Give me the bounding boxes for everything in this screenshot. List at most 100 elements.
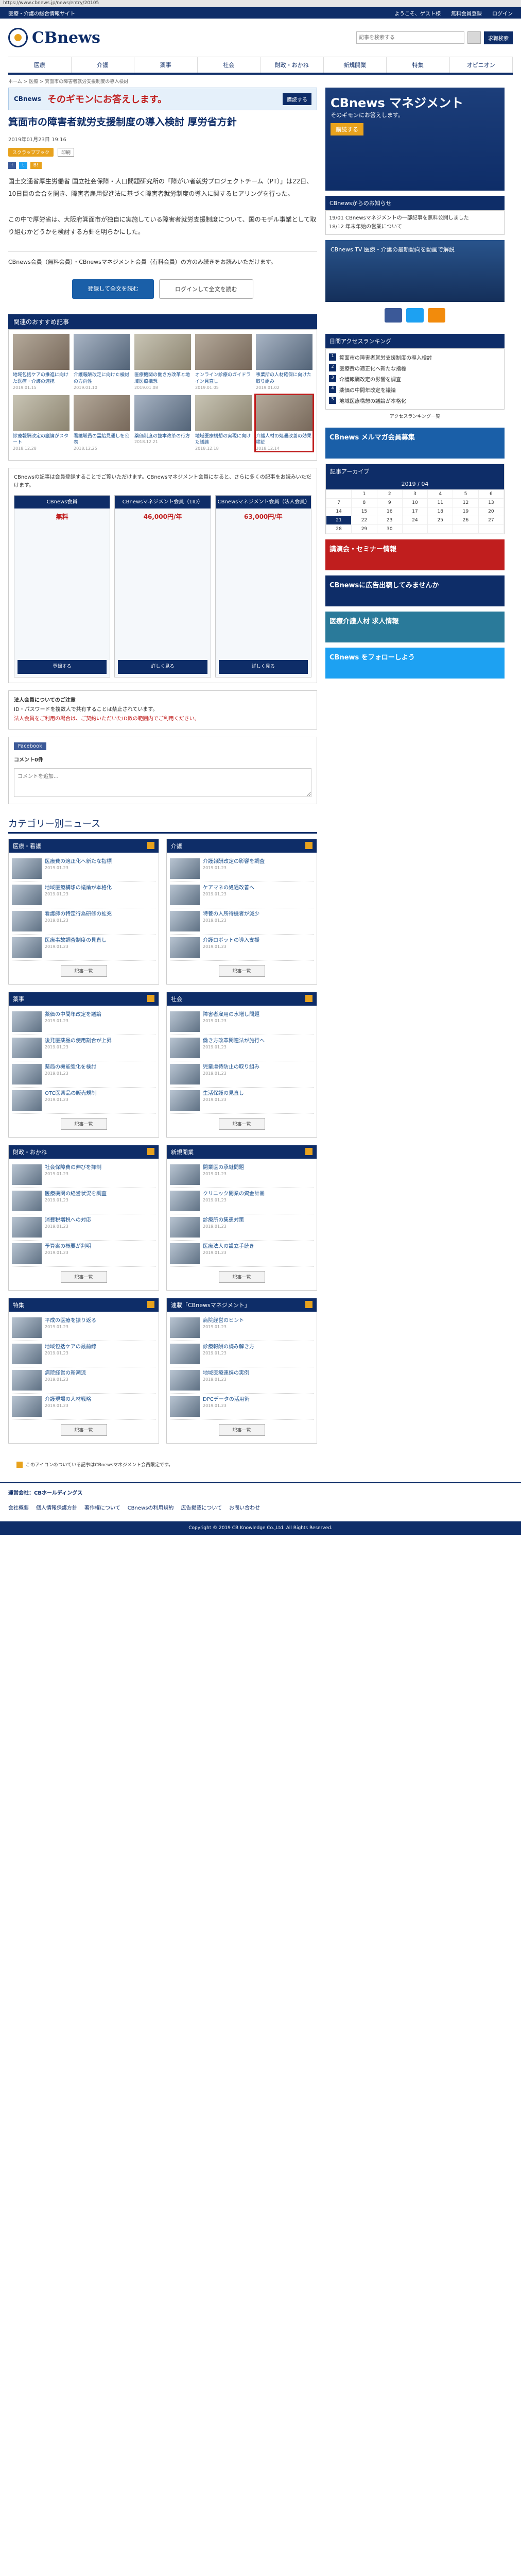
calendar-day[interactable]: 30 (376, 524, 403, 534)
more-button[interactable]: 記事一覧 (60, 1271, 107, 1283)
search-input[interactable] (356, 31, 464, 44)
category-item[interactable]: 地域医療連携の実例 2019.01.23 (170, 1367, 314, 1394)
recommend-item[interactable]: 診療報酬改定の議論がスタート 2018.12.28 (13, 395, 70, 451)
category-item[interactable]: 看護師の特定行為研修の拡充 2019.01.23 (12, 908, 155, 935)
more-button[interactable]: 記事一覧 (218, 1118, 265, 1130)
promo-banner[interactable]: CBnews そのギモンにお答えします。 購読する (8, 88, 317, 110)
register-read-button[interactable]: 登録して全文を読む (72, 279, 154, 299)
nav-item[interactable]: 介護 (72, 57, 134, 73)
side-ad-management[interactable]: CBnews マネジメント そのギモンにお答えします。 購読する (325, 88, 505, 191)
rss-icon[interactable] (147, 1301, 154, 1309)
ranking-item[interactable]: 3 介護報酬改定の影響を調査 (329, 374, 501, 384)
rss-icon[interactable] (147, 1148, 154, 1156)
category-item[interactable]: 病院経営のヒント 2019.01.23 (170, 1315, 314, 1342)
calendar-day[interactable]: 8 (351, 498, 377, 507)
calendar-day[interactable]: 14 (325, 507, 352, 516)
nav-item[interactable]: オピニオン (450, 57, 513, 73)
more-button[interactable]: 記事一覧 (218, 1424, 265, 1436)
comment-input[interactable] (14, 768, 311, 798)
calendar-day[interactable]: 13 (478, 498, 505, 507)
side-ad-seminar[interactable]: 講演会・セミナー情報 (325, 539, 505, 570)
more-button[interactable]: 記事一覧 (60, 965, 107, 977)
rss-icon[interactable] (305, 842, 312, 850)
category-item[interactable]: 消費税増税への対応 2019.01.23 (12, 1214, 155, 1241)
rss-icon[interactable] (147, 842, 154, 850)
notice-item[interactable]: 19/01 CBnewsマネジメントの一部記事を無料公開しました (329, 214, 501, 223)
facebook-icon[interactable] (385, 308, 402, 323)
facebook-share-icon[interactable]: f (8, 161, 16, 169)
calendar-day[interactable]: 25 (427, 516, 454, 525)
ranking-item[interactable]: 4 薬価の中間年改定を議論 (329, 384, 501, 395)
category-item[interactable]: クリニック開業の資金計画 2019.01.23 (170, 1188, 314, 1215)
more-button[interactable]: 記事一覧 (218, 1271, 265, 1283)
category-item[interactable]: 医療費の適正化へ新たな指標 2019.01.23 (12, 856, 155, 883)
nav-item[interactable]: 社会 (198, 57, 260, 73)
recommend-item[interactable]: オンライン診療のガイドライン見直し 2019.01.05 (195, 334, 252, 390)
category-item[interactable]: 生活保護の見直し 2019.01.23 (170, 1088, 314, 1114)
plan-button[interactable]: 詳しく見る (218, 660, 308, 674)
nav-item[interactable]: 薬事 (134, 57, 198, 73)
category-item[interactable]: 医療事故調査制度の見直し 2019.01.23 (12, 935, 155, 961)
calendar-day[interactable]: 16 (376, 507, 403, 516)
more-button[interactable]: 記事一覧 (218, 965, 265, 977)
calendar-day[interactable]: 15 (351, 507, 377, 516)
category-item[interactable]: OTC医薬品の販売規制 2019.01.23 (12, 1088, 155, 1114)
category-item[interactable]: 障害者雇用の水増し問題 2019.01.23 (170, 1009, 314, 1036)
jobs-button[interactable]: 求職検索 (484, 31, 513, 44)
category-item[interactable]: 社会保障費の伸びを抑制 2019.01.23 (12, 1162, 155, 1189)
recommend-item[interactable]: 看護職員の需給見通しを公表 2018.12.25 (74, 395, 130, 451)
footer-link[interactable]: 個人情報保護方針 (36, 1503, 77, 1511)
footer-link[interactable]: CBnewsの利用規約 (128, 1503, 174, 1511)
calendar-day[interactable]: 3 (402, 489, 428, 499)
recommend-item[interactable]: 地域医療構想の実現に向けた議論 2018.12.18 (195, 395, 252, 451)
calendar-day[interactable]: 6 (478, 489, 505, 499)
footer-link[interactable]: 会社概要 (8, 1503, 29, 1511)
footer-link[interactable]: お問い合わせ (229, 1503, 260, 1511)
calendar-day[interactable]: 12 (453, 498, 479, 507)
category-item[interactable]: DPCデータの活用術 2019.01.23 (170, 1394, 314, 1420)
plan-button[interactable]: 登録する (18, 660, 107, 674)
nav-item[interactable]: 財政・おかね (260, 57, 324, 73)
category-item[interactable]: 特養の入所待機者が減少 2019.01.23 (170, 908, 314, 935)
bookmark-share-icon[interactable]: B! (30, 161, 42, 169)
calendar-day[interactable]: 21 (325, 516, 352, 525)
login-read-button[interactable]: ログインして全文を読む (159, 279, 253, 299)
category-item[interactable]: 介護ロボットの導入支援 2019.01.23 (170, 935, 314, 961)
category-item[interactable]: 地域医療構想の議論が本格化 2019.01.23 (12, 882, 155, 909)
twitter-share-icon[interactable]: t (19, 161, 27, 169)
nav-item[interactable]: 新規開業 (324, 57, 387, 73)
ranking-item[interactable]: 1 箕面市の障害者就労支援制度の導入検討 (329, 352, 501, 363)
calendar-day[interactable]: 17 (402, 507, 428, 516)
twitter-icon[interactable] (406, 308, 424, 323)
category-item[interactable]: 薬局の機能強化を検討 2019.01.23 (12, 1061, 155, 1088)
category-item[interactable]: 予算案の概要が判明 2019.01.23 (12, 1241, 155, 1267)
print-button[interactable]: 印刷 (58, 147, 75, 157)
nav-item[interactable]: 医療 (8, 57, 72, 73)
category-item[interactable]: 介護報酬改定の影響を調査 2019.01.23 (170, 856, 314, 883)
site-logo[interactable]: CBnews (8, 28, 100, 47)
calendar-day[interactable]: 4 (427, 489, 454, 499)
rss-icon[interactable] (428, 308, 445, 323)
login-link[interactable]: ログイン (492, 9, 513, 17)
ranking-more[interactable]: アクセスランキング一覧 (325, 410, 505, 422)
recommend-item[interactable]: 医療機関の働き方改革と地域医療構想 2019.01.08 (134, 334, 191, 390)
ranking-item[interactable]: 5 地域医療構想の議論が本格化 (329, 395, 501, 406)
calendar-day[interactable]: 27 (478, 516, 505, 525)
category-item[interactable]: 開業医の承継問題 2019.01.23 (170, 1162, 314, 1189)
calendar-day[interactable]: 2 (376, 489, 403, 499)
category-item[interactable]: 医療機関の経営状況を調査 2019.01.23 (12, 1188, 155, 1215)
category-item[interactable]: 医療法人の設立手続き 2019.01.23 (170, 1241, 314, 1267)
calendar-day[interactable]: 28 (325, 524, 352, 534)
more-button[interactable]: 記事一覧 (60, 1424, 107, 1436)
category-item[interactable]: 平成の医療を振り返る 2019.01.23 (12, 1315, 155, 1342)
rss-icon[interactable] (305, 1148, 312, 1156)
twitter-follow[interactable]: CBnews をフォローしよう (325, 648, 505, 679)
calendar-day[interactable]: 19 (453, 507, 479, 516)
scrap-tag[interactable]: スクラップブック (8, 147, 54, 157)
banner-button[interactable]: 購読する (283, 93, 311, 105)
calendar-day[interactable]: 11 (427, 498, 454, 507)
footer-link[interactable]: 著作権について (84, 1503, 120, 1511)
calendar-day[interactable]: 26 (453, 516, 479, 525)
calendar-day[interactable]: 29 (351, 524, 377, 534)
category-item[interactable]: 児童虐待防止の取り組み 2019.01.23 (170, 1061, 314, 1088)
